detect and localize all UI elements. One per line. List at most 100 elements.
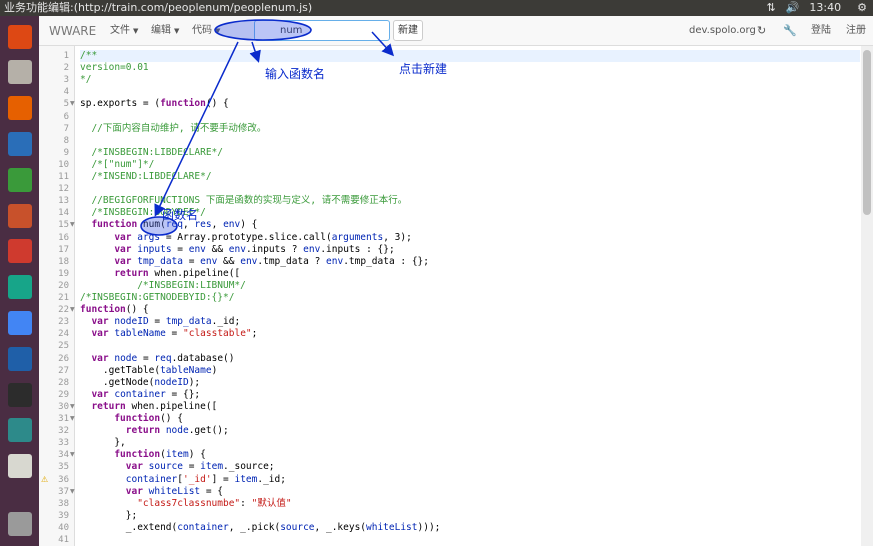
code-line[interactable]: /*INSBEGIN:LIBDECLARE*/ bbox=[80, 147, 223, 159]
code-line[interactable]: function num(req, res, env) { bbox=[80, 219, 257, 231]
line-number: 31 bbox=[58, 414, 69, 424]
code-line[interactable]: var nodeID = tmp_data._id; bbox=[80, 316, 240, 328]
code-line[interactable]: var tableName = "classtable"; bbox=[80, 328, 257, 340]
code-line[interactable]: /*INSBEGIN:GETNODEBYID:{}*/ bbox=[80, 292, 234, 304]
code-line[interactable]: function() { bbox=[80, 413, 183, 425]
fold-toggle-icon[interactable]: ▼ bbox=[70, 304, 75, 316]
code-line[interactable]: .getNode(nodeID); bbox=[80, 377, 200, 389]
code-line[interactable]: /** bbox=[80, 50, 860, 62]
app-green-icon[interactable] bbox=[4, 272, 35, 303]
calc-icon[interactable] bbox=[4, 164, 35, 195]
code-token: , _.keys( bbox=[314, 521, 367, 533]
code-token: tableName bbox=[160, 364, 212, 376]
code-token: env bbox=[326, 255, 344, 267]
volume-icon[interactable]: 🔊 bbox=[786, 0, 800, 16]
code-token: version=0.01 bbox=[80, 62, 149, 74]
code-token: ] = bbox=[211, 473, 235, 485]
code-line[interactable]: //下面内容自动维护, 请不要手动修改。 bbox=[80, 123, 266, 135]
code-line[interactable]: var whiteList = { bbox=[80, 486, 223, 498]
fold-toggle-icon[interactable]: ▼ bbox=[70, 449, 75, 461]
code-line[interactable]: var node = req.database() bbox=[80, 352, 234, 365]
code-token: node bbox=[114, 352, 138, 364]
keyboard-icon[interactable]: ⇅ bbox=[767, 0, 776, 16]
code-token: res bbox=[194, 219, 212, 231]
code-line[interactable]: /*INSEND:LIBDECLARE*/ bbox=[80, 171, 212, 183]
new-button[interactable]: 新建 bbox=[393, 20, 423, 41]
code-token: ._id; bbox=[211, 316, 241, 328]
code-token: when.pipeline([ bbox=[148, 267, 241, 279]
code-line[interactable]: var args = Array.prototype.slice.call(ar… bbox=[80, 232, 411, 244]
login-link[interactable]: 登陆 bbox=[811, 16, 831, 46]
wrench-icon[interactable]: 🔧 bbox=[783, 16, 797, 46]
ubuntu-dash-icon[interactable] bbox=[4, 21, 35, 52]
host-link[interactable]: dev.spolo.org bbox=[689, 16, 756, 46]
code-line[interactable]: /*INSBEGIN:BODYDEF*/ bbox=[80, 207, 205, 219]
power-icon[interactable]: ⚙ bbox=[857, 0, 867, 16]
code-line[interactable]: var tmp_data = env && env.tmp_data ? env… bbox=[80, 256, 429, 268]
code-token: .getTable( bbox=[80, 364, 161, 376]
register-link[interactable]: 注册 bbox=[846, 16, 866, 46]
terminal-icon[interactable] bbox=[4, 379, 35, 410]
trash-icon[interactable] bbox=[4, 508, 35, 539]
code-line[interactable]: function(item) { bbox=[80, 449, 206, 461]
code-line[interactable]: var inputs = env && env.inputs ? env.inp… bbox=[80, 243, 394, 256]
code-line[interactable]: //BEGIGFORFUNCTIONS 下面是函数的实现与定义, 请不需要修正本… bbox=[80, 195, 407, 207]
function-name-input[interactable]: num bbox=[254, 20, 390, 41]
fold-toggle-icon[interactable]: ▼ bbox=[70, 98, 75, 110]
line-number: 35 bbox=[58, 462, 69, 473]
writer-icon[interactable] bbox=[4, 128, 35, 159]
code-token: () { bbox=[160, 413, 183, 424]
code-line[interactable]: return when.pipeline([ bbox=[80, 401, 217, 413]
code-line[interactable]: function() { bbox=[80, 304, 149, 316]
code-token: .get(); bbox=[188, 425, 229, 437]
firefox-icon[interactable] bbox=[4, 93, 35, 124]
files-icon[interactable] bbox=[4, 57, 35, 88]
code-line[interactable]: }; bbox=[80, 510, 137, 522]
code-line[interactable]: /*["num"]*/ bbox=[80, 159, 154, 171]
menu-code[interactable]: 代码 ▼ bbox=[192, 16, 220, 46]
editor-icon[interactable] bbox=[4, 451, 35, 482]
menu-edit[interactable]: 编辑 ▼ bbox=[151, 16, 179, 46]
code-token: inputs bbox=[137, 243, 172, 255]
code-line[interactable]: */ bbox=[80, 74, 91, 86]
code-token: ._id; bbox=[257, 473, 286, 485]
menu-file-label: 文件 bbox=[110, 25, 130, 36]
code-line[interactable]: /*INSBEGIN:LIBNUM*/ bbox=[80, 280, 246, 292]
camera-icon[interactable] bbox=[4, 415, 35, 446]
code-line[interactable]: version=0.01 bbox=[80, 62, 149, 74]
code-line[interactable]: return node.get(); bbox=[80, 425, 229, 437]
clock[interactable]: 13:40 bbox=[809, 0, 841, 16]
code-line[interactable]: .getTable(tableName) bbox=[80, 365, 217, 377]
code-token: env bbox=[200, 255, 218, 267]
code-line[interactable]: _.extend(container, _.pick(source, _.key… bbox=[80, 521, 441, 534]
code-token: num( bbox=[137, 219, 166, 231]
code-line[interactable]: var source = item._source; bbox=[80, 461, 275, 473]
scrollbar-thumb[interactable] bbox=[863, 50, 871, 215]
editor-scrollbar[interactable] bbox=[861, 46, 873, 546]
chrome-icon[interactable] bbox=[4, 307, 35, 338]
menu-file[interactable]: 文件 ▼ bbox=[110, 16, 138, 46]
impress-icon[interactable] bbox=[4, 200, 35, 231]
fold-toggle-icon[interactable]: ▼ bbox=[70, 219, 75, 231]
code-line[interactable]: }, bbox=[80, 437, 125, 449]
code-line[interactable]: "class7classnumbe": "默认值" bbox=[80, 498, 291, 510]
settings-icon[interactable] bbox=[4, 236, 35, 267]
code-line[interactable]: sp.exports = (function() { bbox=[80, 98, 229, 110]
line-number: 22 bbox=[58, 305, 69, 316]
code-line[interactable]: var container = {}; bbox=[80, 389, 200, 401]
fold-toggle-icon[interactable]: ▼ bbox=[70, 486, 75, 498]
fold-toggle-icon[interactable]: ▼ bbox=[70, 401, 75, 413]
refresh-icon[interactable]: ↻ bbox=[757, 16, 766, 46]
brand-logo[interactable]: WWARE bbox=[49, 16, 96, 46]
camera-icon-glyph bbox=[7, 418, 32, 443]
caret-down-icon: ▼ bbox=[133, 27, 139, 35]
line-number-gutter: 1 2 3 4 5 ▼ 6 7 8 9 10 11 12 13 14 15 ▼ 16 17 18 19 20 21 22 ▼ 23… bbox=[39, 46, 75, 546]
fold-toggle-icon[interactable]: ▼ bbox=[70, 413, 75, 425]
code-line[interactable]: container['_id'] = item._id; bbox=[80, 474, 286, 486]
monitor-icon[interactable] bbox=[4, 343, 35, 374]
code-line[interactable]: return when.pipeline([ bbox=[80, 268, 240, 280]
code-token: /*INSEND:LIBDECLARE*/ bbox=[80, 171, 212, 182]
code-token: function bbox=[160, 98, 206, 110]
code-editor[interactable]: 1 2 3 4 5 ▼ 6 7 8 9 10 11 12 13 14 15 ▼ 16 17 18 19 20 21 22 ▼ 23… bbox=[39, 46, 873, 546]
code-line[interactable] bbox=[80, 534, 126, 546]
